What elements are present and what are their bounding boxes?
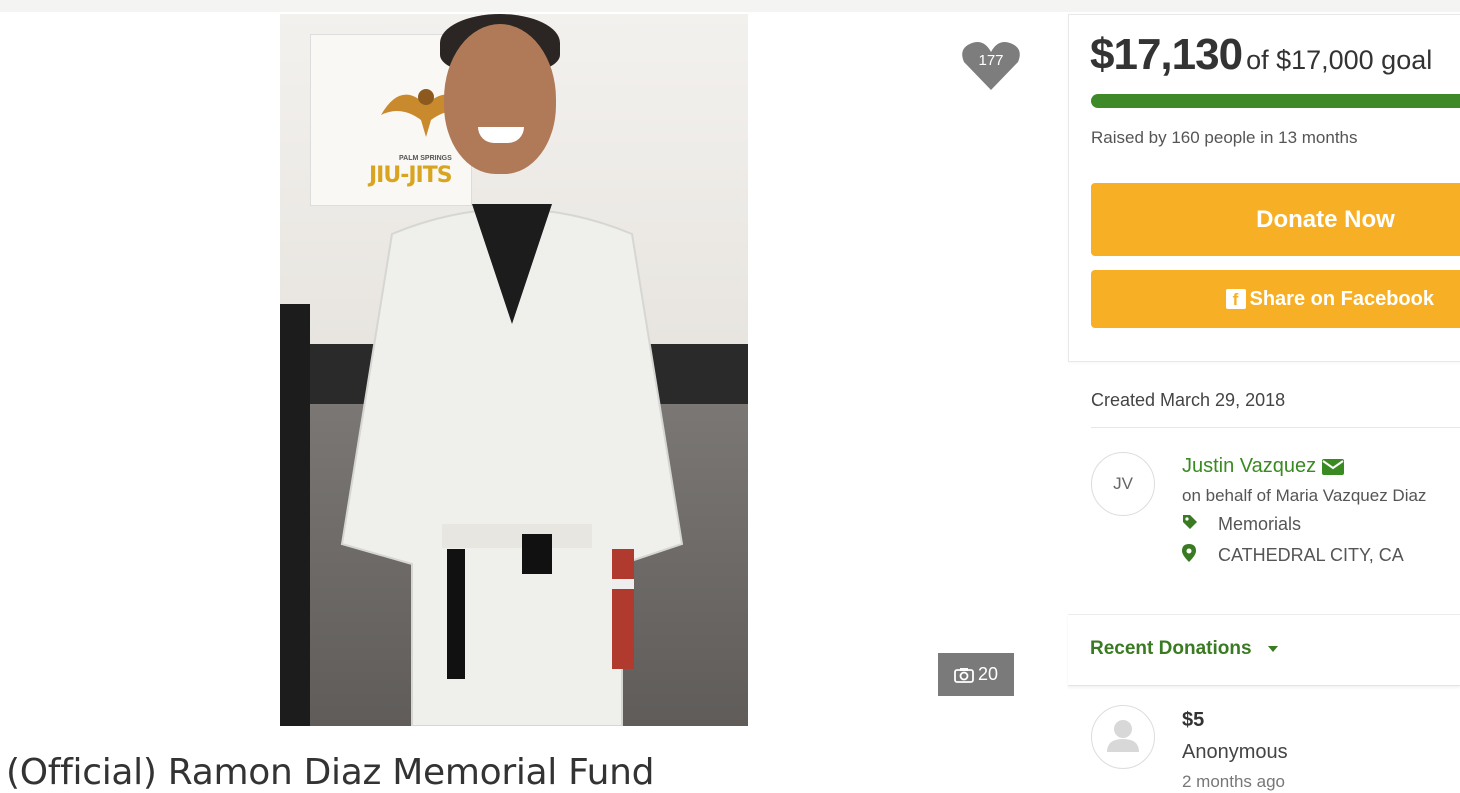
organizer-link[interactable]: Justin Vazquez <box>1182 455 1345 478</box>
person-figure <box>340 204 684 726</box>
created-date: Created March 29, 2018 <box>1091 390 1286 410</box>
location-label: CATHEDRAL CITY, CA <box>1218 545 1404 565</box>
envelope-icon[interactable] <box>1322 458 1345 475</box>
organizer-avatar: JV <box>1091 452 1155 516</box>
donate-now-button[interactable]: Donate Now <box>1091 183 1460 256</box>
raised-by-text: Raised by 160 people in 13 months <box>1091 128 1358 147</box>
camera-icon <box>954 667 974 683</box>
photo-gallery-button[interactable]: 20 <box>938 653 1014 696</box>
progress-bar <box>1091 94 1460 108</box>
category-label[interactable]: Memorials <box>1218 514 1301 535</box>
top-strip <box>0 0 1460 12</box>
recent-donations-toggle[interactable]: Recent Donations <box>1090 638 1278 660</box>
campaign-title: (Official) Ramon Diaz Memorial Fund <box>6 752 655 793</box>
organizer-name[interactable]: Justin Vazquez <box>1182 455 1316 478</box>
donation-amount: $5 <box>1182 709 1205 731</box>
photo-left-edge <box>280 304 310 726</box>
goal-text: of $17,000 goal <box>1246 45 1433 75</box>
location-row: CATHEDRAL CITY, CA <box>1182 544 1404 567</box>
map-pin-icon <box>1182 544 1218 567</box>
share-facebook-button[interactable]: f Share on Facebook <box>1091 270 1460 328</box>
amount-raised: $17,130 of $17,000 goal <box>1090 30 1432 80</box>
facebook-icon: f <box>1225 289 1246 309</box>
category-row[interactable]: Memorials <box>1182 514 1301 535</box>
person-head <box>444 24 556 174</box>
user-silhouette-icon <box>1091 705 1155 769</box>
caret-down-icon[interactable] <box>1267 646 1278 652</box>
banner-subtitle: PALM SPRINGS <box>399 155 452 162</box>
donor-name: Anonymous <box>1182 741 1288 763</box>
tag-icon <box>1182 514 1218 535</box>
recent-donations-label[interactable]: Recent Donations <box>1090 638 1252 660</box>
share-facebook-label: Share on Facebook <box>1249 287 1435 310</box>
heart-count: 177 <box>978 52 1004 69</box>
photo-count-label: 20 <box>977 664 999 684</box>
amount-raised-value: $17,130 <box>1090 30 1243 79</box>
donation-time: 2 months ago <box>1182 772 1286 791</box>
divider <box>1091 427 1460 428</box>
on-behalf-text: on behalf of Maria Vazquez Diaz <box>1182 486 1427 505</box>
campaign-photo[interactable]: PALM SPRINGS JIU-JITS <box>280 14 748 726</box>
